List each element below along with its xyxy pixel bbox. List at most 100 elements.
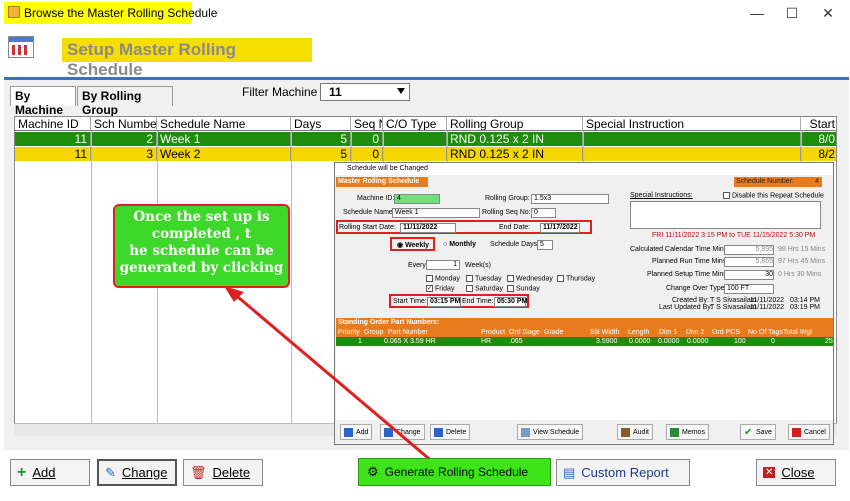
cell-schedule-name: Week 1 bbox=[157, 132, 291, 146]
planned-setup-label: Planned Setup Time Mins: bbox=[647, 271, 729, 278]
parts-col: Priority bbox=[338, 329, 360, 336]
delete-label: Delete bbox=[212, 465, 251, 480]
tuesday-label: Tuesday bbox=[475, 275, 502, 283]
dialog-change-button[interactable]: Change bbox=[380, 424, 425, 440]
cancel-label: Cancel bbox=[804, 428, 826, 436]
parts-list[interactable] bbox=[336, 346, 833, 420]
special-instructions-textarea[interactable] bbox=[630, 201, 821, 229]
monday-checkbox[interactable]: Monday bbox=[426, 275, 460, 282]
rolling-group-input[interactable]: 1.5x3 bbox=[531, 194, 609, 204]
parts-cell: 3.5900 bbox=[596, 338, 618, 345]
every-input[interactable]: 1 bbox=[426, 260, 460, 270]
generate-schedule-button[interactable]: ⚙ Generate Rolling Schedule bbox=[358, 458, 551, 486]
parts-cell: 0.0000 bbox=[658, 338, 680, 345]
cell-seq-no: 0 bbox=[351, 132, 383, 146]
wednesday-label: Wednesday bbox=[516, 275, 553, 283]
thursday-checkbox[interactable]: Thursday bbox=[557, 275, 595, 282]
table-row[interactable]: 11 3 Week 2 5 0 RND 0.125 x 2 IN 8/2 bbox=[15, 147, 836, 161]
add-button[interactable]: + Add bbox=[10, 459, 90, 486]
close-button[interactable]: ✕ Close bbox=[756, 459, 836, 486]
window-title: Browse the Master Rolling Schedule bbox=[24, 6, 218, 20]
cell-rolling-group: RND 0.125 x 2 IN bbox=[447, 132, 583, 146]
close-window-button[interactable]: ✕ bbox=[813, 3, 843, 23]
rolling-seq-input[interactable]: 0 bbox=[531, 208, 556, 218]
memos-button[interactable]: Memos bbox=[666, 424, 709, 440]
generate-label: Generate Rolling Schedule bbox=[384, 465, 529, 479]
close-label: Close bbox=[781, 465, 815, 480]
saturday-checkbox[interactable]: Saturday bbox=[466, 285, 503, 292]
cell-start: 8/0 bbox=[818, 132, 835, 146]
parts-col: Group bbox=[364, 329, 384, 336]
disable-repeat-checkbox[interactable]: Disable this Repeat Schedule bbox=[723, 192, 824, 199]
parts-cell: 0.065 X 3.59 HR bbox=[384, 338, 436, 345]
changeover-input[interactable]: 100 FT bbox=[724, 284, 774, 294]
planned-setup-input[interactable]: 30 bbox=[724, 270, 774, 280]
cancel-button[interactable]: Cancel bbox=[788, 424, 830, 440]
dialog-title: Schedule will be Changed bbox=[335, 163, 833, 175]
view-schedule-button[interactable]: View Schedule bbox=[517, 424, 584, 440]
cell-co-type bbox=[383, 132, 447, 146]
parts-row[interactable]: 1 0.065 X 3.59 HR HR .065 3.5900 0.0000 … bbox=[336, 337, 833, 346]
report-icon: ▤ bbox=[563, 464, 576, 480]
tuesday-checkbox[interactable]: Tuesday bbox=[466, 275, 502, 282]
schedule-name-input[interactable]: Week 1 bbox=[392, 208, 480, 218]
col-special-instruction[interactable]: Special Instruction bbox=[583, 117, 801, 131]
cell-special bbox=[583, 132, 801, 146]
minimize-button[interactable]: — bbox=[742, 3, 772, 23]
cell-schedule-name: Week 2 bbox=[157, 147, 291, 161]
dialog-add-button[interactable]: Add bbox=[340, 424, 373, 440]
custom-report-button[interactable]: ▤ Custom Report bbox=[556, 459, 690, 486]
col-co-type[interactable]: C/O Type bbox=[383, 117, 447, 131]
planned-run-hint: 97 Hrs 45 Mins bbox=[778, 258, 826, 265]
delete-button[interactable]: 🗑 Delete bbox=[183, 459, 263, 486]
parts-cell: 0 bbox=[771, 338, 775, 345]
dialog-change-label: Change bbox=[396, 428, 421, 436]
col-seq-no[interactable]: Seq No bbox=[351, 117, 383, 131]
start-time-input[interactable]: 03:15 PM bbox=[427, 297, 461, 307]
audit-label: Audit bbox=[633, 428, 649, 436]
date-range-text: FRI 11/11/2022 3:15 PM to TUE 11/15/2022… bbox=[652, 232, 816, 239]
calendar-icon bbox=[8, 36, 34, 58]
parts-col: Length bbox=[628, 329, 650, 336]
audit-button[interactable]: Audit bbox=[617, 424, 653, 440]
cell-co-type bbox=[383, 147, 447, 161]
save-label: Save bbox=[756, 428, 772, 436]
wednesday-checkbox[interactable]: Wednesday bbox=[507, 275, 553, 282]
dialog-add-label: Add bbox=[356, 428, 369, 436]
end-time-input[interactable]: 05:30 PM bbox=[494, 297, 527, 307]
monthly-radio[interactable]: ○ Monthly bbox=[443, 241, 476, 248]
plus-icon bbox=[344, 427, 353, 437]
col-start[interactable]: Start bbox=[801, 117, 836, 131]
col-sch-number[interactable]: Sch Number bbox=[91, 117, 157, 131]
cell-seq-no: 0 bbox=[351, 147, 383, 161]
friday-checkbox[interactable]: ✓ Friday bbox=[426, 285, 454, 292]
col-machine-id[interactable]: Machine ID bbox=[15, 117, 91, 131]
cell-days: 5 bbox=[291, 147, 351, 161]
end-date-input[interactable]: 11/17/2022 bbox=[540, 223, 580, 233]
parts-col: Ord PCS bbox=[712, 329, 741, 336]
filter-machine-select[interactable]: 11 bbox=[320, 83, 410, 101]
change-button[interactable]: ✎ Change bbox=[97, 459, 177, 486]
dialog-delete-button[interactable]: Delete bbox=[430, 424, 471, 440]
tab-by-rolling-group[interactable]: By Rolling Group bbox=[77, 86, 173, 117]
save-button[interactable]: ✔ Save bbox=[740, 424, 776, 440]
schedule-days-input[interactable]: 5 bbox=[537, 240, 553, 250]
cell-machine-id: 11 bbox=[15, 147, 91, 161]
start-date-input[interactable]: 11/11/2022 bbox=[400, 223, 456, 233]
change-label: Change bbox=[121, 465, 168, 480]
maximize-button[interactable]: ☐ bbox=[777, 3, 807, 23]
sunday-checkbox[interactable]: Sunday bbox=[507, 285, 540, 292]
weekly-radio[interactable]: ◉ Weekly bbox=[397, 241, 429, 249]
tab-by-machine[interactable]: By Machine bbox=[10, 86, 76, 117]
machine-id-select[interactable]: 4 bbox=[394, 194, 440, 204]
table-row[interactable]: 11 2 Week 1 5 0 RND 0.125 x 2 IN 8/0 bbox=[15, 132, 836, 146]
created-time: 03:14 PM bbox=[790, 297, 820, 304]
col-days[interactable]: Days bbox=[291, 117, 351, 131]
col-rolling-group[interactable]: Rolling Group bbox=[447, 117, 583, 131]
parts-cell: 25 bbox=[825, 338, 833, 345]
dialog-delete-label: Delete bbox=[446, 428, 467, 436]
rolling-seq-label: Rolling Seq No: bbox=[482, 209, 531, 216]
parts-col: Dim 1 bbox=[659, 329, 678, 336]
col-schedule-name[interactable]: Schedule Name bbox=[157, 117, 291, 131]
planned-run-label: Planned Run Time Mins: bbox=[652, 258, 729, 265]
